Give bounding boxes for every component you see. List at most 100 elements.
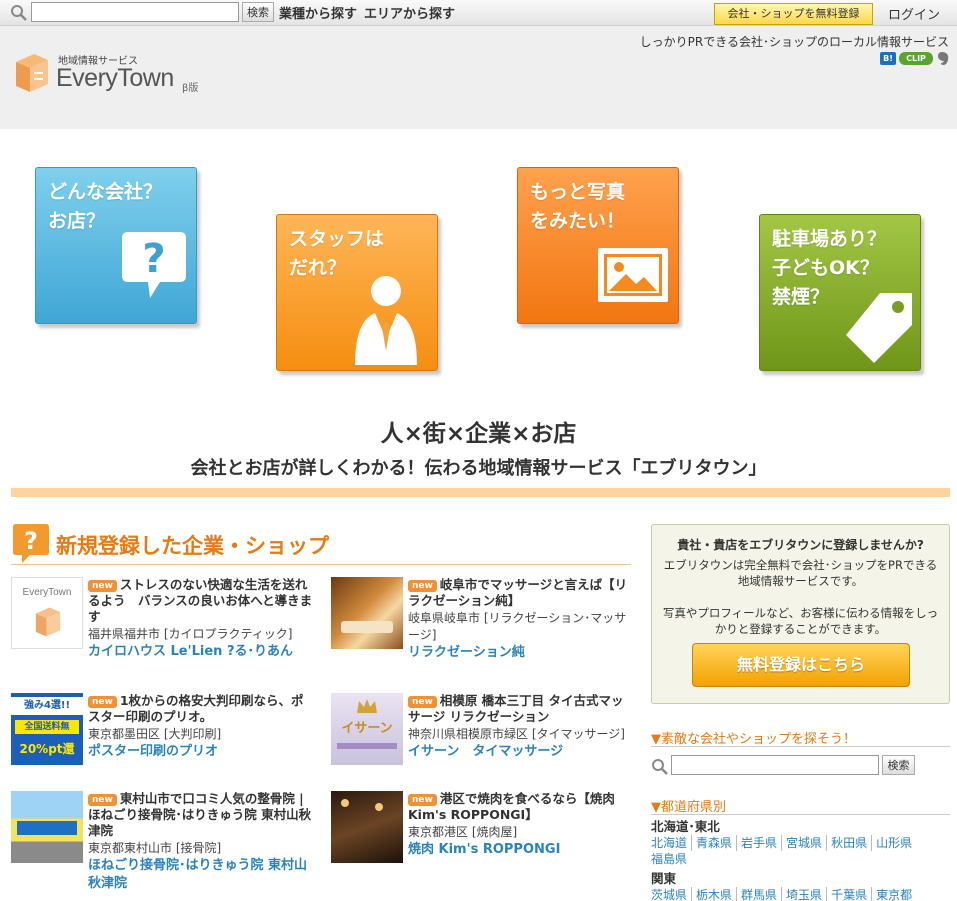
page-headline: 人×街×企業×お店 <box>380 421 577 447</box>
listing-title[interactable]: new 岐阜市でマッサージと言えば【リラクゼーション純】 <box>408 577 633 609</box>
prefecture-link[interactable]: 茨城県 <box>651 887 691 901</box>
search-icon <box>11 5 27 21</box>
listing-thumbnail[interactable]: イサーン <box>331 693 403 765</box>
register-shop-button[interactable]: 会社・ショップを無料登録 <box>714 3 873 25</box>
svg-text:?: ? <box>24 527 38 555</box>
listing-title[interactable]: new ストレスのない快適な生活を送れるよう バランスの良いお体へと導きます <box>88 577 313 625</box>
photo-icon <box>598 248 668 302</box>
register-promo-box: 貴社・貴店をエブリタウンに登録しませんか? エブリタウンは完全無料で会社･ショッ… <box>651 524 950 704</box>
feature-tile-amenities[interactable]: 駐車場あり？ 子どもOK？ 禁煙？ <box>759 214 921 371</box>
listing-title[interactable]: new 港区で焼肉を食べるなら【焼肉Kim's ROPPONGI】 <box>408 791 633 823</box>
prefecture-link[interactable]: 岩手県 <box>736 835 781 851</box>
tag-icon <box>846 293 912 363</box>
listing-location: 東京都墨田区 [大判印刷] <box>88 727 222 741</box>
listing-name-link[interactable]: カイロハウス Le'Lien ?る･りあん <box>88 643 313 661</box>
site-tagline: しっかりPRできる会社･ショップのローカル情報サービス <box>639 35 949 49</box>
listing-thumbnail[interactable] <box>331 577 403 649</box>
prefecture-link[interactable]: 秋田県 <box>826 835 871 851</box>
question-badge-icon: ? <box>13 524 49 563</box>
listing-title[interactable]: new 相模原 橋本三丁目 タイ古式マッサージ リラクゼーション <box>408 693 633 725</box>
search-heading: ▼素敵な会社やショップを探そう！ <box>651 732 856 747</box>
nav-search-by-industry[interactable]: 業種から探す <box>279 3 357 22</box>
prefecture-list: 北海道 青森県 岩手県 宮城県 秋田県 山形県福島県 <box>651 835 951 867</box>
region-group: 関東 茨城県 栃木県 群馬県 埼玉県 千葉県 東京都 <box>651 871 951 901</box>
region-name: 北海道･東北 <box>651 819 720 834</box>
heading-underline <box>651 746 950 747</box>
listing-body: new 相模原 橋本三丁目 タイ古式マッサージ リラクゼーション 神奈川県相模原市… <box>408 693 633 761</box>
beta-label: β版 <box>182 83 199 94</box>
thumb-text: 強み4選!! <box>11 697 83 715</box>
logo-wordmark[interactable]: EveryTown <box>56 64 174 93</box>
thumb-text: イサーン <box>341 721 393 736</box>
sidebar-search-input[interactable] <box>671 755 879 775</box>
prefecture-link[interactable]: 青森県 <box>691 835 736 851</box>
listing-location: 東京都港区 [焼肉屋] <box>408 825 518 839</box>
listing-name-link[interactable]: リラクゼーション純 <box>408 644 633 662</box>
nav-search-by-area[interactable]: エリアから探す <box>364 3 455 22</box>
new-badge: new <box>408 580 437 592</box>
listing-thumbnail[interactable] <box>11 791 83 863</box>
listing-body: new 東村山市で口コミ人気の整骨院 | ほねごり接骨院･はりきゅう院 東村山秋津… <box>88 791 313 893</box>
listing-thumbnail[interactable] <box>331 791 403 863</box>
listing-title[interactable]: new 1枚からの格安大判印刷なら、ポスター印刷のプリオ。 <box>88 693 313 725</box>
listing-location: 東京都東村山市 [接骨院] <box>88 841 222 855</box>
feature-tile-staff[interactable]: スタッフは だれ？ <box>276 214 438 371</box>
clip-icon[interactable]: CLIP <box>899 52 933 65</box>
prefecture-link[interactable]: 群馬県 <box>736 887 781 901</box>
listing-thumbnail[interactable]: 強み4選!! 全国送料無 20%pt還 <box>11 693 83 765</box>
crown-icon <box>357 699 377 713</box>
login-link[interactable]: ログイン <box>888 4 940 23</box>
prefecture-link[interactable]: 山形県 <box>871 835 916 851</box>
prefecture-link[interactable]: 千葉県 <box>826 887 871 901</box>
listing-name-link[interactable]: ポスター印刷のプリオ <box>88 743 313 761</box>
prefecture-link[interactable]: 宮城県 <box>781 835 826 851</box>
listing-location: 神奈川県相模原市緑区 [タイマッサージ] <box>408 727 625 741</box>
new-badge: new <box>408 794 437 806</box>
prefecture-link[interactable]: 東京都 <box>871 887 916 901</box>
hatena-bookmark-icon[interactable]: B! <box>880 52 896 65</box>
region-group: 北海道･東北 北海道 青森県 岩手県 宮城県 秋田県 山形県福島県 <box>651 819 951 867</box>
sidebar-search-button[interactable]: 検索 <box>882 755 915 775</box>
listing-title[interactable]: new 東村山市で口コミ人気の整骨院 | ほねごり接骨院･はりきゅう院 東村山秋津… <box>88 791 313 839</box>
promo-title: 貴社・貴店をエブリタウンに登録しませんか? <box>677 538 924 552</box>
thumb-logo-text: EveryTown <box>22 587 72 598</box>
search-button[interactable]: 検索 <box>242 2 274 22</box>
search-input[interactable] <box>31 2 239 22</box>
prefecture-link[interactable]: 北海道 <box>651 835 691 851</box>
site-header: 地域情報サービス EveryTown β版 しっかりPRできる会社･ショップのロ… <box>0 26 957 129</box>
listing-location: 岐阜県岐阜市 [リラクゼーション･マッサージ] <box>408 611 627 642</box>
thumb-text: 全国送料無 <box>15 720 79 734</box>
tile-text: もっと写真 をみたい！ <box>530 181 626 232</box>
new-badge: new <box>408 696 437 708</box>
prefecture-heading: ▼都道府県別 <box>651 800 726 815</box>
prefecture-list: 茨城県 栃木県 群馬県 埼玉県 千葉県 東京都 <box>651 887 951 901</box>
section-underline <box>11 564 631 565</box>
evernote-icon[interactable] <box>936 51 950 66</box>
free-register-button[interactable]: 無料登録はこちら <box>692 643 910 687</box>
listing-thumbnail[interactable]: EveryTown <box>11 577 83 649</box>
new-listings-title: 新規登録した企業・ショップ <box>56 534 329 558</box>
prefecture-link[interactable]: 埼玉県 <box>781 887 826 901</box>
listing-name-link[interactable]: イサーン タイマッサージ <box>408 743 633 761</box>
listing-name-link[interactable]: ほねごり接骨院･はりきゅう院 東村山秋津院 <box>88 857 313 893</box>
new-badge: new <box>88 580 117 592</box>
listing-body: new 港区で焼肉を食べるなら【焼肉Kim's ROPPONGI】 東京都港区 [… <box>408 791 633 859</box>
region-name: 関東 <box>651 871 677 886</box>
promo-text: エブリタウンは完全無料で会社･ショップをPRできる地域情報サービスです。 写真や… <box>662 558 939 636</box>
listing-location: 福井県福井市 [カイロプラクティック] <box>88 627 293 641</box>
prefecture-link[interactable]: 栃木県 <box>691 887 736 901</box>
heading-underline <box>651 814 950 815</box>
listing-body: new 1枚からの格安大判印刷なら、ポスター印刷のプリオ。 東京都墨田区 [大判印… <box>88 693 313 761</box>
search-icon <box>652 759 668 775</box>
page-subheadline: 会社とお店が詳しくわかる！伝わる地域情報サービス「エブリタウン」 <box>190 458 767 479</box>
new-badge: new <box>88 696 117 708</box>
top-bar: 検索 業種から探す エリアから探す 会社・ショップを無料登録 ログイン <box>0 0 957 26</box>
section-divider <box>11 488 950 497</box>
feature-tile-company[interactable]: どんな会社？ お店？ ? <box>35 167 197 324</box>
feature-tile-photos[interactable]: もっと写真 をみたい！ <box>517 167 679 324</box>
logo-box-icon[interactable] <box>14 52 50 94</box>
listing-body: new 岐阜市でマッサージと言えば【リラクゼーション純】 岐阜県岐阜市 [リラクゼ… <box>408 577 633 662</box>
prefecture-link[interactable]: 福島県 <box>651 851 691 867</box>
listing-name-link[interactable]: 焼肉 Kim's ROPPONGI <box>408 841 633 859</box>
new-badge: new <box>88 794 117 806</box>
